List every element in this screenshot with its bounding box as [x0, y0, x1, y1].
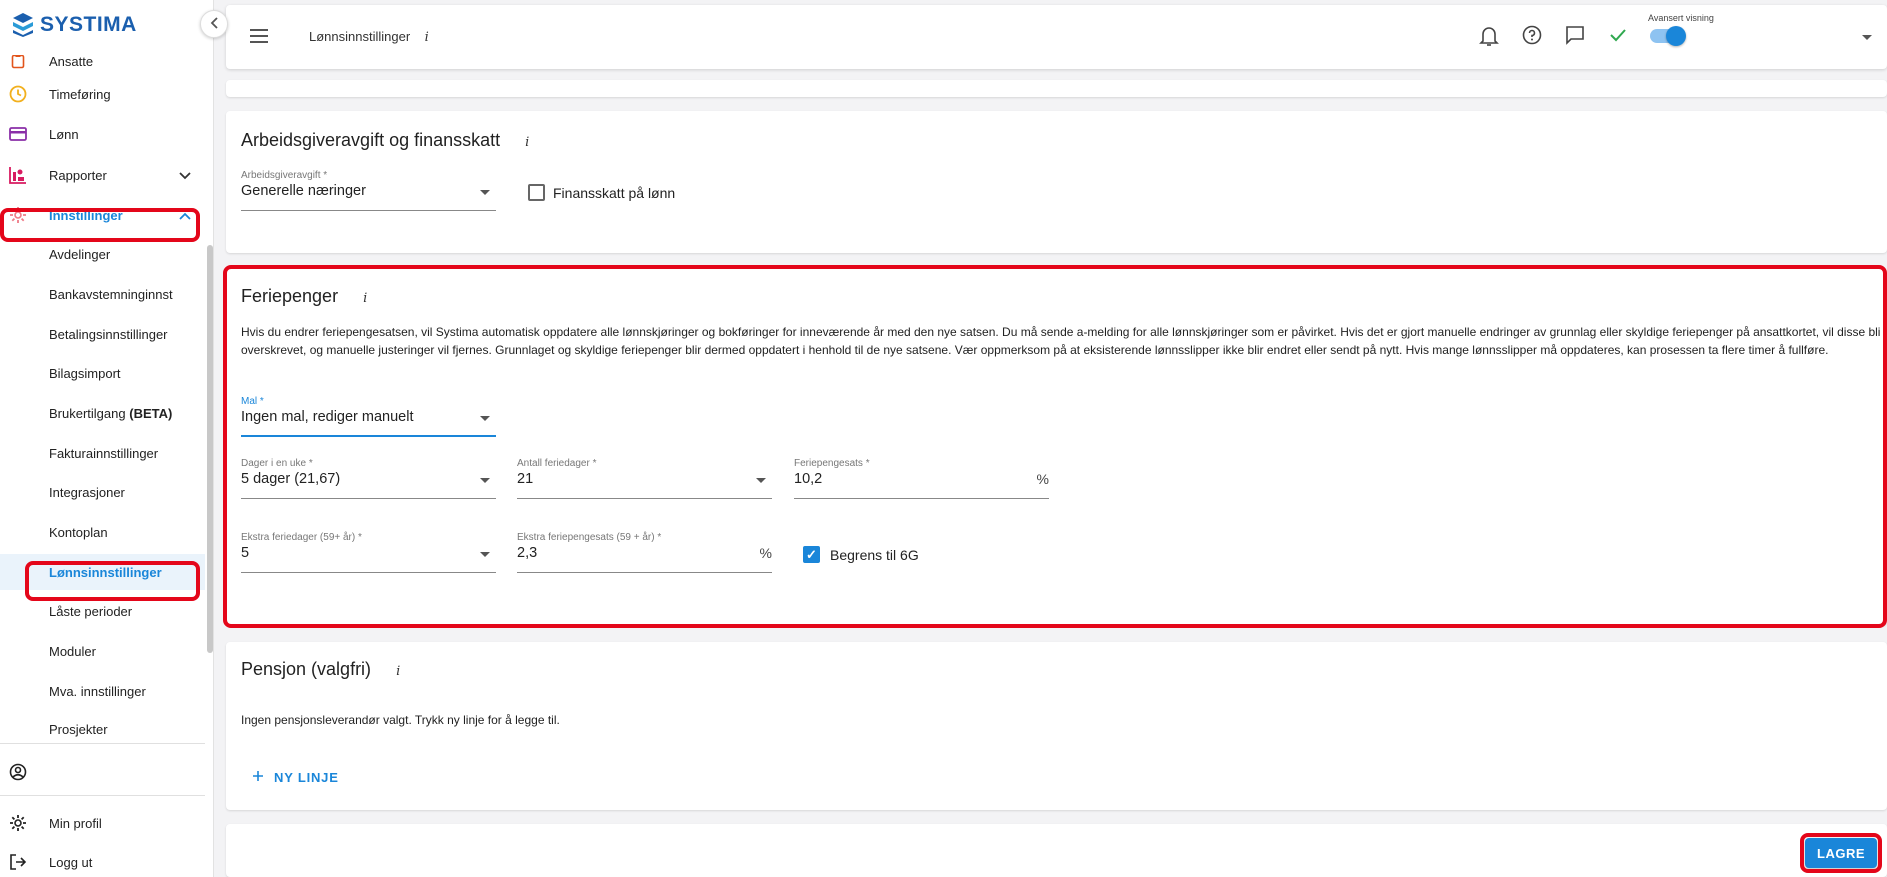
check-icon — [1608, 25, 1628, 50]
pension-card: Pensjon (valgfri) i Ingen pensjonslevera… — [226, 642, 1887, 810]
logo-text: SYSTIMA — [40, 13, 137, 36]
previous-card — [226, 80, 1887, 97]
sidebar-item-mva[interactable]: Mva. innstillinger — [0, 673, 205, 709]
top-bar: Lønnsinnstillinger i Avansert visning — [226, 5, 1887, 69]
highlight-save — [1800, 833, 1882, 873]
systima-logo-icon — [13, 13, 33, 37]
sidebar-nav: Ansatte Timeføring Lønn Rapporter Innsti… — [0, 55, 205, 743]
new-line-label: NY LINJE — [274, 770, 339, 785]
info-icon[interactable]: i — [525, 135, 529, 150]
sidebar: SYSTIMA Ansatte Timeføring Lønn Rapporte… — [0, 0, 214, 877]
sidebar-scrollbar[interactable] — [207, 245, 213, 653]
sidebar-item-label: Brukertilgang — [49, 405, 126, 421]
logo[interactable]: SYSTIMA — [12, 12, 137, 38]
sidebar-item-logg-ut[interactable]: Logg ut — [0, 844, 205, 877]
sidebar-item-label: Avdelinger — [49, 246, 111, 262]
beta-badge: (BETA) — [129, 405, 173, 421]
sidebar-item-label: Ansatte — [49, 55, 94, 69]
sidebar-item-label: Bankavstemninginnst — [49, 286, 173, 302]
section-title: Pensjon (valgfri) i — [241, 659, 400, 680]
sidebar-account[interactable] — [0, 754, 205, 790]
chevron-down-icon — [179, 168, 191, 183]
sidebar-item-label: Låste perioder — [49, 603, 133, 619]
sidebar-item-label: Rapporter — [49, 167, 107, 183]
sidebar-item-label: Timeføring — [49, 86, 111, 102]
sidebar-item-label: Betalingsinnstillinger — [49, 326, 168, 342]
sidebar-item-betalingsinnstillinger[interactable]: Betalingsinnstillinger — [0, 316, 205, 352]
caret-down-icon[interactable] — [1862, 35, 1872, 40]
bell-icon[interactable] — [1479, 25, 1499, 52]
sidebar-item-label: Integrasjoner — [49, 484, 125, 500]
sidebar-item-label: Bilagsimport — [49, 365, 121, 381]
info-icon[interactable]: i — [396, 664, 400, 679]
sidebar-item-kontoplan[interactable]: Kontoplan — [0, 514, 205, 550]
field-value: Generelle næringer — [241, 183, 366, 199]
clock-icon — [8, 84, 28, 104]
toggle-knob — [1666, 26, 1686, 46]
chart-icon — [8, 165, 28, 185]
chevron-left-icon — [210, 16, 218, 32]
menu-icon[interactable] — [250, 29, 268, 47]
sidebar-item-label: Fakturainnstillinger — [49, 445, 159, 461]
sidebar-item-bilagsimport[interactable]: Bilagsimport — [0, 355, 205, 391]
field-label: Arbeidsgiveravgift * — [241, 170, 328, 181]
highlight-holiday-pay — [223, 265, 1887, 628]
section-title-text: Pensjon (valgfri) — [241, 659, 372, 679]
section-title-text: Arbeidsgiveravgift og finansskatt — [241, 130, 501, 150]
employer-tax-select[interactable]: Arbeidsgiveravgift * Generelle næringer — [241, 170, 496, 211]
sidebar-item-label: Logg ut — [49, 854, 93, 870]
sidebar-item-label: Lønn — [49, 126, 79, 142]
logout-icon — [8, 852, 28, 872]
sidebar-item-integrasjoner[interactable]: Integrasjoner — [0, 474, 205, 510]
sidebar-item-label: Min profil — [49, 815, 102, 831]
section-title: Arbeidsgiveravgift og finansskatt i — [241, 130, 529, 151]
highlight-lonnsinnstillinger — [25, 561, 200, 601]
page-title-text: Lønnsinnstillinger — [309, 29, 411, 44]
user-circle-icon — [8, 762, 28, 782]
sidebar-item-bankavstemning[interactable]: Bankavstemninginnst — [0, 276, 205, 312]
sidebar-item-label: Moduler — [49, 643, 96, 659]
sidebar-item-label: Mva. innstillinger — [49, 683, 146, 699]
highlight-innstillinger — [0, 208, 200, 242]
chat-icon[interactable] — [1565, 25, 1585, 50]
collapse-sidebar-button[interactable] — [200, 10, 228, 38]
sidebar-item-rapporter[interactable]: Rapporter — [0, 157, 205, 193]
finance-tax-label: Finansskatt på lønn — [553, 185, 676, 201]
sidebar-item-timeforing[interactable]: Timeføring — [0, 76, 205, 112]
sidebar-item-prosjekter[interactable]: Prosjekter — [0, 711, 205, 743]
sidebar-item-moduler[interactable]: Moduler — [0, 633, 205, 669]
sidebar-item-brukertilgang[interactable]: Brukertilgang (BETA) — [0, 395, 205, 431]
footer-bar — [226, 824, 1887, 877]
clipboard-icon — [8, 55, 28, 71]
field-underline — [241, 210, 496, 211]
finance-tax-checkbox[interactable] — [528, 184, 545, 201]
sidebar-item-label-wrap: Brukertilgang (BETA) — [49, 406, 172, 421]
sidebar-divider — [0, 743, 205, 744]
sidebar-item-min-profil[interactable]: Min profil — [0, 805, 205, 841]
sidebar-item-label: Prosjekter — [49, 721, 108, 737]
new-line-button[interactable]: NY LINJE — [252, 770, 339, 785]
plus-icon — [252, 770, 264, 785]
sidebar-item-fakturainnstillinger[interactable]: Fakturainnstillinger — [0, 435, 205, 471]
advanced-view-toggle[interactable] — [1650, 26, 1686, 46]
caret-down-icon — [480, 190, 490, 195]
info-icon[interactable]: i — [425, 30, 429, 45]
sidebar-item-lonn[interactable]: Lønn — [0, 116, 205, 152]
sidebar-divider — [0, 795, 205, 796]
sidebar-item-label: Kontoplan — [49, 524, 108, 540]
advanced-view-label: Avansert visning — [1648, 13, 1714, 23]
help-icon[interactable] — [1522, 25, 1542, 50]
pension-empty-text: Ingen pensjonsleverandør valgt. Trykk ny… — [241, 713, 560, 727]
credit-card-icon — [8, 124, 28, 144]
employer-tax-card: Arbeidsgiveravgift og finansskatt i Arbe… — [226, 111, 1887, 253]
page-title: Lønnsinnstillinger i — [309, 29, 429, 45]
gear-icon — [8, 813, 28, 833]
